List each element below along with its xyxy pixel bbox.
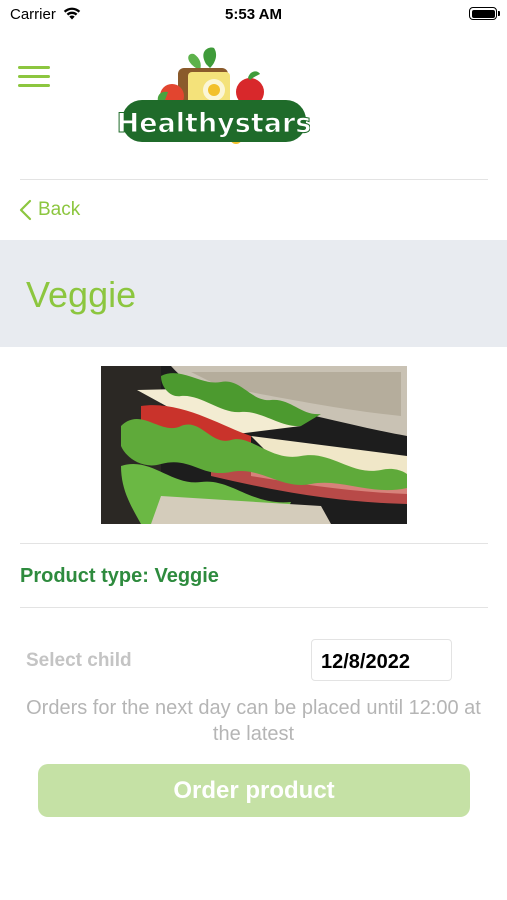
back-button[interactable]: Back xyxy=(18,196,80,224)
page-title: Veggie xyxy=(26,274,137,315)
clock: 5:53 AM xyxy=(225,6,282,23)
order-product-button[interactable]: Order product xyxy=(38,764,470,817)
product-type-label: Product type: Veggie xyxy=(20,565,219,587)
header-divider xyxy=(20,179,488,180)
product-image xyxy=(101,366,407,524)
date-field[interactable]: 12/8/2022 xyxy=(311,639,452,681)
app-header: Healthystars xyxy=(0,30,507,180)
chevron-left-icon xyxy=(19,199,32,221)
back-label: Back xyxy=(38,199,81,220)
sandwich-photo-icon xyxy=(101,366,407,524)
product-type-divider xyxy=(20,607,488,608)
image-divider xyxy=(20,543,488,544)
order-deadline-notice: Orders for the next day can be placed un… xyxy=(26,697,481,745)
title-band: Veggie xyxy=(0,240,507,347)
hamburger-menu-button[interactable] xyxy=(18,66,50,90)
status-bar: Carrier 5:53 AM xyxy=(0,0,507,30)
select-child-picker[interactable]: Select child xyxy=(26,650,132,672)
svg-text:Healthystars: Healthystars xyxy=(118,108,310,139)
battery-icon xyxy=(469,7,500,20)
healthystars-logo: Healthystars xyxy=(118,47,310,144)
